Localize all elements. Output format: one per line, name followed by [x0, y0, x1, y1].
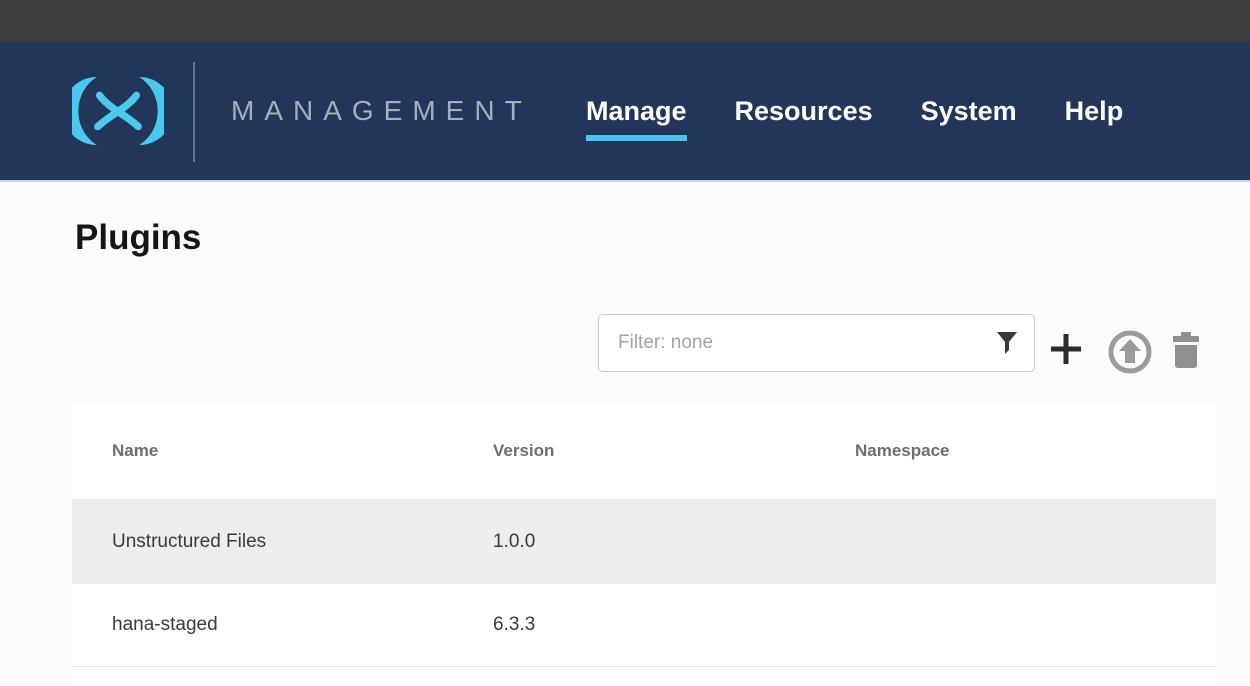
upload-plugin-button[interactable] — [1108, 330, 1152, 374]
column-header-namespace[interactable]: Namespace — [855, 441, 1216, 461]
delphix-infinity-logo — [72, 71, 164, 151]
delete-plugin-button[interactable] — [1171, 332, 1201, 369]
column-header-name[interactable]: Name — [112, 441, 493, 461]
product-label: MANAGEMENT — [231, 95, 532, 127]
nav-item-system[interactable]: System — [921, 96, 1017, 141]
plugin-version: 1.0.0 — [493, 531, 855, 553]
table-row[interactable]: hana-staged 6.3.3 — [72, 584, 1216, 667]
nav-item-manage[interactable]: Manage — [586, 96, 687, 141]
table-row[interactable]: Unstructured Files 1.0.0 — [72, 499, 1216, 584]
filter-funnel-icon[interactable] — [996, 331, 1034, 355]
browser-dark-strip — [0, 0, 1250, 42]
plugin-name: hana-staged — [112, 614, 493, 636]
nav-item-help[interactable]: Help — [1065, 96, 1124, 141]
page-title: Plugins — [75, 218, 201, 258]
plugin-name: Unstructured Files — [112, 531, 493, 553]
plugins-table: Name Version Namespace Unstructured File… — [72, 403, 1216, 686]
plus-icon — [1048, 331, 1084, 367]
filter-box — [598, 314, 1035, 372]
trash-icon — [1171, 332, 1201, 369]
column-header-version[interactable]: Version — [493, 441, 855, 461]
main-content: Plugins Name Version Name — [0, 182, 1250, 684]
nav-item-resources[interactable]: Resources — [735, 96, 873, 141]
plugin-version: 6.3.3 — [493, 614, 855, 636]
add-plugin-button[interactable] — [1048, 330, 1084, 368]
header-divider — [193, 62, 195, 162]
filter-input[interactable] — [599, 315, 996, 371]
upload-arrow-circle-icon — [1108, 330, 1152, 374]
app-header: MANAGEMENT Manage Resources System Help — [0, 42, 1250, 182]
table-header-row: Name Version Namespace — [72, 403, 1216, 499]
main-nav: Manage Resources System Help — [586, 42, 1123, 180]
